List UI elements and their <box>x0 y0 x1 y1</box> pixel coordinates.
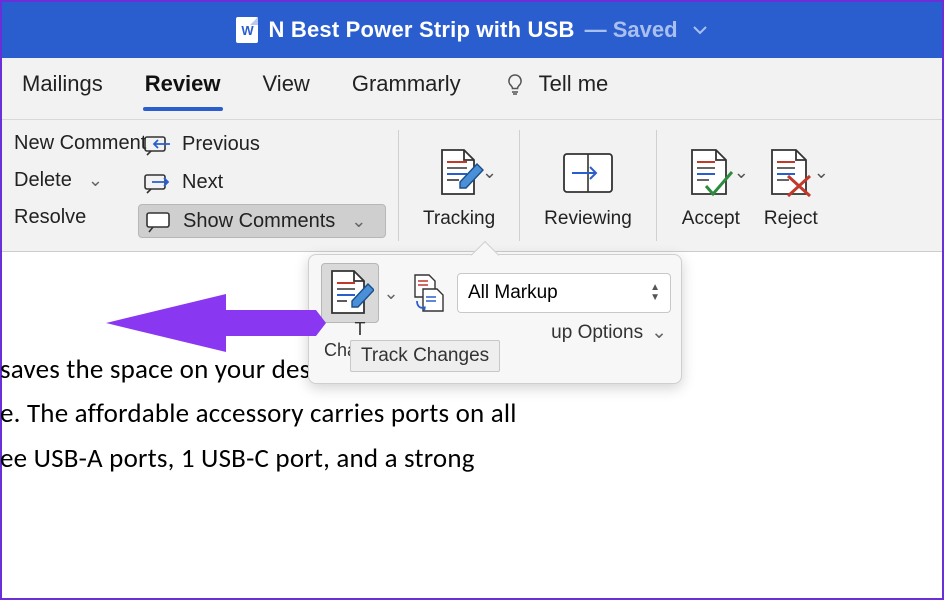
chevron-down-icon: ⌄ <box>88 170 103 191</box>
resolve-label: Resolve <box>14 206 86 229</box>
track-changes-icon <box>326 268 374 318</box>
save-status[interactable]: — Saved <box>585 17 678 43</box>
document-title: N Best Power Strip with USB <box>268 17 574 43</box>
comments-group-2: Previous Next Show Comments ⌄ <box>132 120 392 251</box>
chevron-down-icon[interactable]: ⌄ <box>651 321 667 344</box>
previous-label: Previous <box>182 133 260 156</box>
chevron-down-icon: ⌄ <box>351 211 366 232</box>
select-stepper[interactable]: ▲▼ <box>650 284 660 302</box>
tab-view[interactable]: View <box>261 61 312 117</box>
ribbon: New Comment Delete ⌄ Resolve Previous Ne… <box>2 120 942 252</box>
previous-comment-button[interactable]: Previous <box>138 128 386 160</box>
tracking-icon <box>432 146 486 200</box>
display-for-review-button[interactable] <box>409 270 449 316</box>
resolve-comment-button[interactable]: Resolve <box>8 202 126 233</box>
new-comment-label: New Comment <box>14 132 146 155</box>
show-comments-label: Show Comments <box>183 210 335 233</box>
ribbon-tabs: Mailings Review View Grammarly Tell me <box>2 58 942 120</box>
separator <box>398 130 399 241</box>
tracking-label: Tracking <box>423 208 495 230</box>
comment-icon <box>145 209 173 233</box>
accept-label: Accept <box>682 208 740 230</box>
markup-view-select[interactable]: All Markup ▲▼ <box>457 273 671 313</box>
text-line: e. The affordable accessory carries port… <box>0 392 942 436</box>
display-review-icon <box>412 273 446 313</box>
chevron-down-icon[interactable]: ⌄ <box>482 162 497 183</box>
tab-grammarly[interactable]: Grammarly <box>350 61 463 117</box>
chevron-down-icon[interactable]: ⌄ <box>734 162 749 183</box>
show-comments-button[interactable]: Show Comments ⌄ <box>138 204 386 238</box>
next-icon <box>144 170 172 194</box>
tell-me-label: Tell me <box>539 71 609 97</box>
chevron-down-icon[interactable]: ⌄ <box>383 283 398 304</box>
tooltip: Track Changes <box>350 340 500 372</box>
new-comment-button[interactable]: New Comment <box>8 128 126 159</box>
tell-me-search[interactable]: Tell me <box>501 61 611 117</box>
reject-button[interactable]: ⌄ Reject <box>759 120 839 251</box>
delete-comment-button[interactable]: Delete ⌄ <box>8 165 126 196</box>
previous-icon <box>144 132 172 156</box>
delete-label: Delete <box>14 169 72 192</box>
markup-options-button[interactable]: up Options <box>551 322 643 344</box>
next-comment-button[interactable]: Next <box>138 166 386 198</box>
reviewing-pane-button[interactable]: Reviewing <box>526 120 650 251</box>
separator <box>519 130 520 241</box>
accept-icon <box>686 146 736 200</box>
separator <box>656 130 657 241</box>
next-label: Next <box>182 171 223 194</box>
accept-button[interactable]: ⌄ Accept <box>663 120 759 251</box>
tab-review[interactable]: Review <box>143 61 223 117</box>
title-bar: W N Best Power Strip with USB — Saved <box>2 2 942 58</box>
comments-group-1: New Comment Delete ⌄ Resolve <box>2 120 132 251</box>
reviewing-icon <box>560 148 616 198</box>
text-line: ee USB-A ports, 1 USB-C port, and a stro… <box>0 437 942 481</box>
word-app-icon: W <box>236 17 258 43</box>
reviewing-label: Reviewing <box>544 208 632 230</box>
reject-label: Reject <box>764 208 818 230</box>
lightbulb-icon <box>503 72 527 96</box>
track-changes-button[interactable] <box>321 263 379 323</box>
tab-mailings[interactable]: Mailings <box>20 61 105 117</box>
markup-view-value: All Markup <box>468 282 558 304</box>
chevron-down-icon[interactable]: ⌄ <box>814 162 829 183</box>
callout-arrow <box>106 284 326 362</box>
track-changes-small-label-1: T <box>355 319 366 339</box>
tracking-group[interactable]: ⌄ Tracking <box>405 120 513 251</box>
chevron-down-icon[interactable] <box>692 22 708 38</box>
reject-icon <box>766 146 816 200</box>
